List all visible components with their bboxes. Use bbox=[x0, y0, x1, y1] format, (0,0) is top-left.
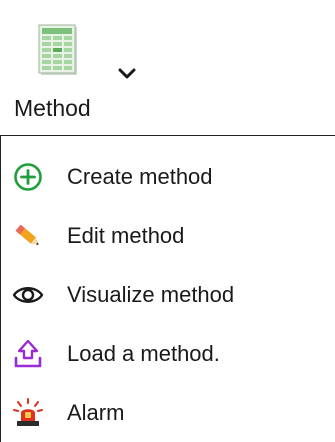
menu-item-visualize-method[interactable]: Visualize method bbox=[1, 266, 335, 324]
pencil-icon bbox=[11, 219, 45, 253]
menu-item-alarm[interactable]: Alarm bbox=[1, 384, 335, 442]
menu-item-label: Load a method. bbox=[67, 341, 220, 366]
menu-item-label: Alarm bbox=[67, 400, 125, 425]
menu-item-label: Edit method bbox=[67, 223, 185, 248]
method-dropdown-menu: Create method Edit method Visualize meth… bbox=[0, 135, 335, 442]
eye-icon bbox=[11, 278, 45, 312]
menu-item-load-method[interactable]: Load a method. bbox=[1, 325, 335, 383]
chevron-down-icon[interactable] bbox=[116, 66, 138, 82]
method-button-label: Method bbox=[14, 95, 91, 121]
add-circle-icon bbox=[11, 160, 45, 194]
upload-icon bbox=[11, 337, 45, 371]
menu-item-label: Create method bbox=[67, 164, 213, 189]
menu-item-create-method[interactable]: Create method bbox=[1, 148, 335, 206]
method-button[interactable]: Method bbox=[0, 0, 335, 135]
siren-icon bbox=[11, 396, 45, 430]
spreadsheet-icon bbox=[38, 24, 78, 76]
menu-item-edit-method[interactable]: Edit method bbox=[1, 207, 335, 265]
menu-item-label: Visualize method bbox=[67, 282, 235, 307]
